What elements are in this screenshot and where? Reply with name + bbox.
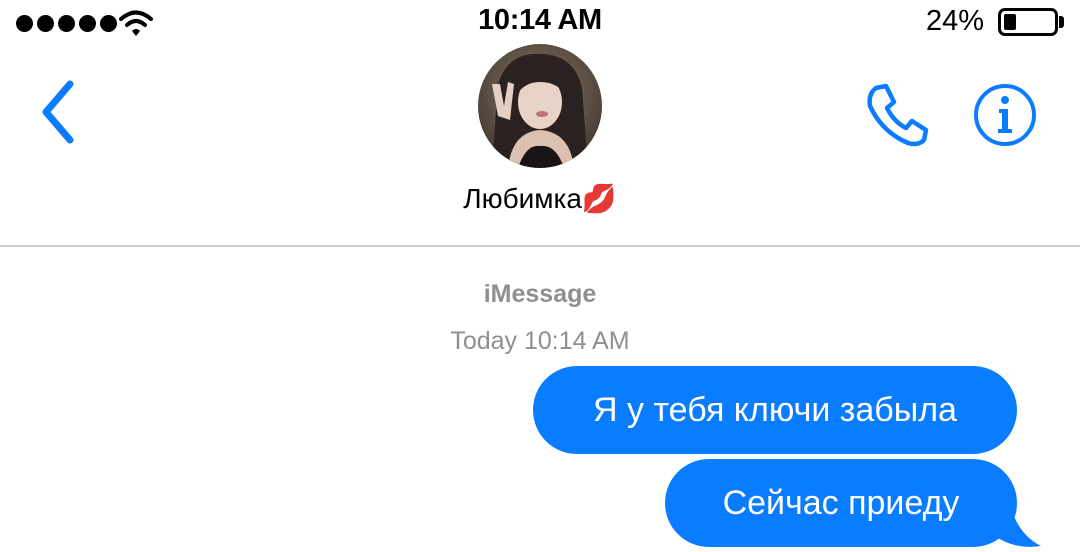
contact-avatar[interactable] [478,44,602,168]
phone-icon[interactable] [862,80,932,150]
message-text: Сейчас приеду [722,483,960,522]
contact-name[interactable]: Любимка💋 [0,182,1080,215]
message-text: Я у тебя ключи забыла [593,390,957,429]
status-time: 10:14 AM [478,4,602,36]
message-timestamp: Today 10:14 AM [450,327,630,355]
header-divider [0,245,1080,247]
service-label: iMessage [483,280,597,308]
battery-level [1004,14,1016,30]
messages-screen: 10:14 AM 24% Любимка💋 iMessage Today 10:… [0,0,1080,552]
message-bubble[interactable]: Сейчас приеду [665,459,1017,547]
conversation-header: Любимка💋 [0,44,1080,246]
chevron-left-icon[interactable] [30,74,86,150]
message-bubble[interactable]: Я у тебя ключи забыла [533,366,1017,454]
status-bar: 10:14 AM 24% [0,0,1080,44]
info-icon[interactable] [972,82,1038,148]
battery-icon [998,8,1058,36]
battery-percentage: 24% [925,5,984,37]
battery-cap [1059,16,1064,28]
avatar-photo [478,44,602,168]
